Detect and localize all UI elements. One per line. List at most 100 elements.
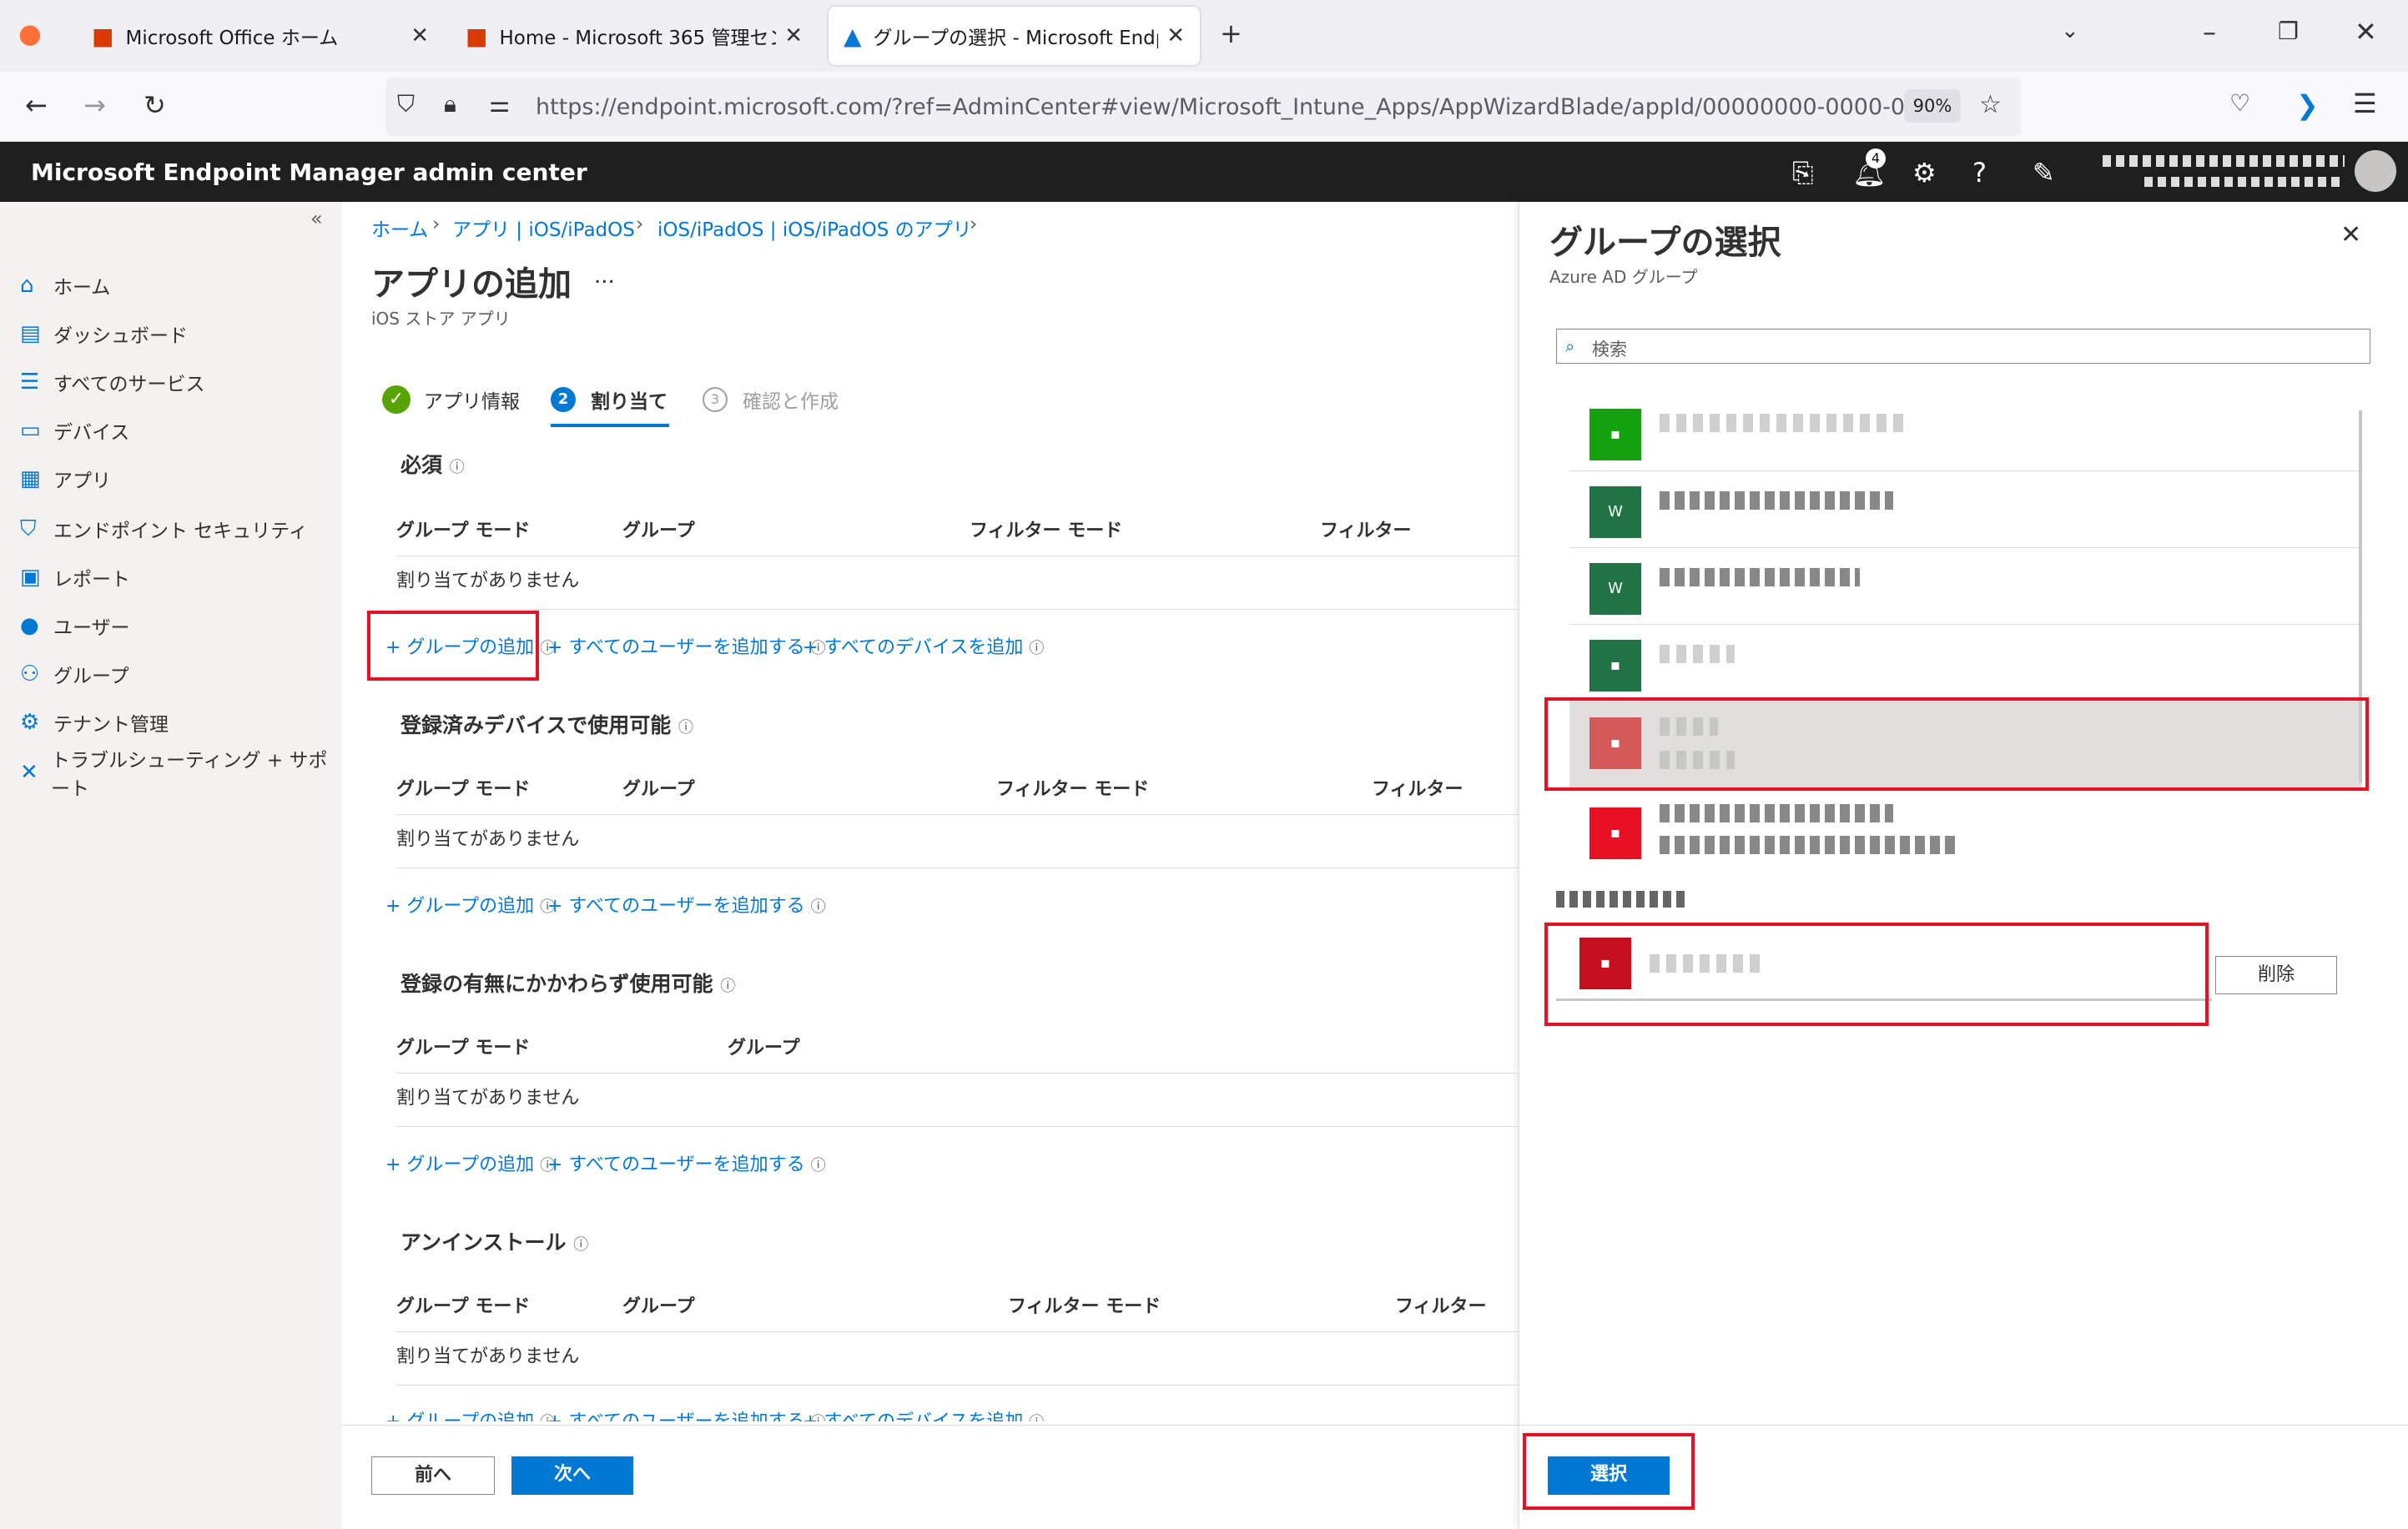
forward-icon[interactable]: →: [83, 92, 106, 118]
tab-list-icon[interactable]: ⌄: [2061, 20, 2079, 42]
next-button[interactable]: 次へ: [511, 1456, 633, 1495]
sidebar-item-users[interactable]: ● ユーザー: [20, 607, 130, 644]
back-icon[interactable]: ←: [25, 92, 48, 118]
info-icon[interactable]: ⓘ: [450, 459, 465, 476]
tab-group-select[interactable]: ▲ グループの選択 - Microsoft Endpo ✕: [829, 7, 1200, 65]
prev-button[interactable]: 前へ: [371, 1456, 495, 1495]
sidebar-item-all-services[interactable]: ☰ すべてのサービス: [20, 364, 204, 400]
sidebar-item-reports[interactable]: ▣ レポート: [20, 559, 130, 596]
close-window-icon[interactable]: ✕: [2355, 18, 2377, 45]
shield-icon: ⛉: [20, 516, 37, 541]
group-item[interactable]: W: [1569, 547, 2362, 622]
add-all-users-link[interactable]: + すべてのユーザーを追加する ⓘ: [547, 891, 826, 918]
shield-icon[interactable]: ⛉: [397, 93, 415, 116]
zoom-level[interactable]: 90%: [1904, 89, 1961, 123]
breadcrumb-home[interactable]: ホーム: [371, 214, 428, 242]
add-group-link[interactable]: + グループの追加 ⓘ: [385, 1406, 555, 1421]
feedback-icon[interactable]: ⎘: [1792, 157, 1814, 189]
group-avatar: ▪: [1589, 409, 1641, 460]
panel-subtitle: Azure AD グループ: [1549, 267, 1698, 287]
new-tab-icon[interactable]: +: [1220, 20, 1242, 47]
bookmark-star-icon[interactable]: ☆: [1979, 93, 2002, 118]
sidebar-item-home[interactable]: ⌂ ホーム: [20, 267, 110, 304]
account-tenant-redacted[interactable]: [2144, 177, 2345, 187]
group-item[interactable]: ▪: [1569, 624, 2362, 699]
url-bar[interactable]: ⛉ 🔒︎ ⚌ https://endpoint.microsoft.com/?r…: [385, 78, 2021, 136]
info-icon[interactable]: ⓘ: [678, 719, 693, 737]
close-tab-icon[interactable]: ✕: [784, 23, 803, 48]
breadcrumb-ios-apps[interactable]: iOS/iPadOS | iOS/iPadOS のアプリ: [657, 214, 972, 242]
section-uninstall-title: アンインストール ⓘ: [400, 1230, 589, 1255]
step-review-create[interactable]: 3 確認と作成: [703, 385, 839, 414]
info-icon: ⓘ: [810, 898, 826, 916]
group-item[interactable]: ▪: [1569, 394, 2362, 469]
sidebar-item-troubleshooting[interactable]: ✕ トラブルシューティング + サポート: [20, 750, 342, 800]
breadcrumb-apps-ios[interactable]: アプリ | iOS/iPadOS: [452, 214, 635, 242]
add-group-link[interactable]: + グループの追加 ⓘ: [385, 1149, 555, 1176]
close-tab-icon[interactable]: ✕: [1166, 23, 1185, 48]
chat-icon[interactable]: ✎: [2033, 157, 2055, 189]
notification-badge: 4: [1866, 148, 1886, 168]
section-available-without-enroll-title: 登録の有無にかかわらず使用可能 ⓘ: [400, 972, 736, 996]
add-all-users-link[interactable]: + すべてのユーザーを追加する ⓘ: [547, 1149, 826, 1176]
group-item[interactable]: W: [1569, 470, 2362, 546]
group-avatar: ▪: [1589, 807, 1641, 859]
sidebar-item-groups[interactable]: ⚇ グループ: [20, 656, 129, 692]
no-assignments-text: 割り当てがありません: [396, 829, 580, 850]
reload-icon[interactable]: ↻: [144, 92, 166, 118]
divider: [396, 609, 1523, 610]
breadcrumb-sep: ›: [970, 214, 978, 235]
remove-button[interactable]: 削除: [2215, 956, 2337, 994]
firefox-icon[interactable]: ●: [18, 20, 42, 47]
home-icon: ⌂: [20, 273, 34, 298]
extension-icon[interactable]: ❯: [2296, 92, 2319, 118]
gear-icon[interactable]: ⚙: [1912, 157, 1937, 189]
menu-icon[interactable]: ☰: [2353, 90, 2377, 117]
list-icon: ☰: [20, 370, 40, 395]
account-name-redacted[interactable]: [2103, 155, 2345, 167]
restore-icon[interactable]: ❐: [2278, 20, 2299, 43]
search-input[interactable]: ⌕ 検索: [1556, 329, 2370, 364]
sidebar-item-tenant-admin[interactable]: ⚙ テナント管理: [20, 704, 169, 741]
sidebar-item-dashboard[interactable]: ▤ ダッシュボード: [20, 315, 188, 352]
info-icon[interactable]: ⓘ: [720, 978, 735, 995]
close-panel-icon[interactable]: ✕: [2340, 220, 2361, 249]
lock-icon[interactable]: 🔒︎: [444, 93, 456, 116]
more-options-icon[interactable]: ...: [594, 264, 615, 289]
group-item[interactable]: ▪: [1569, 792, 2362, 868]
report-icon: ▣: [20, 565, 41, 590]
permissions-icon[interactable]: ⚌: [489, 93, 510, 116]
add-all-users-link[interactable]: + すべてのユーザーを追加する ⓘ: [547, 632, 826, 659]
group-name-redacted: [1660, 645, 1735, 663]
divider: [396, 814, 1523, 815]
tab-m365-admin[interactable]: ■ Home - Microsoft 365 管理セン ✕: [451, 7, 818, 65]
pocket-icon[interactable]: ♡: [2229, 92, 2250, 115]
divider: [396, 1331, 1523, 1332]
add-group-link[interactable]: + グループの追加 ⓘ: [385, 891, 555, 918]
col-filter-mode: フィルター モード: [1008, 1296, 1161, 1317]
portal-header: Microsoft Endpoint Manager admin center …: [0, 142, 2408, 202]
add-all-devices-link[interactable]: + すべてのデバイスを追加 ⓘ: [803, 1406, 1044, 1421]
divider: [396, 1385, 1523, 1386]
sidebar-item-endpoint-security[interactable]: ⛉ エンドポイント セキュリティ: [20, 511, 308, 547]
add-all-users-link[interactable]: + すべてのユーザーを追加する ⓘ: [547, 1406, 826, 1421]
minimize-icon[interactable]: –: [2203, 18, 2216, 45]
close-tab-icon[interactable]: ✕: [411, 23, 429, 48]
collapse-sidebar-icon[interactable]: «: [310, 207, 323, 230]
avatar[interactable]: [2355, 150, 2396, 192]
col-group-mode: グループ モード: [396, 1038, 531, 1059]
step-assignments[interactable]: 2 割り当て: [551, 385, 667, 414]
url-text: https://endpoint.microsoft.com/?ref=Admi…: [536, 94, 1921, 120]
tenant-icon: ⚙: [20, 710, 40, 735]
main-content: ホーム › アプリ | iOS/iPadOS › iOS/iPadOS | iO…: [342, 202, 1523, 1529]
tab-office-home[interactable]: ■ Microsoft Office ホーム ✕: [77, 7, 444, 65]
help-icon[interactable]: ?: [1972, 157, 1987, 189]
col-group: グループ: [622, 1296, 695, 1317]
sidebar-item-devices[interactable]: ▭ デバイス: [20, 412, 129, 449]
search-placeholder: 検索: [1592, 339, 1627, 360]
office-icon: ■: [92, 22, 114, 50]
info-icon[interactable]: ⓘ: [573, 1236, 588, 1254]
add-all-devices-link[interactable]: + すべてのデバイスを追加 ⓘ: [803, 632, 1044, 659]
sidebar-item-apps[interactable]: ▦ アプリ: [20, 460, 111, 497]
step-app-info[interactable]: ✓ アプリ情報: [382, 385, 520, 414]
